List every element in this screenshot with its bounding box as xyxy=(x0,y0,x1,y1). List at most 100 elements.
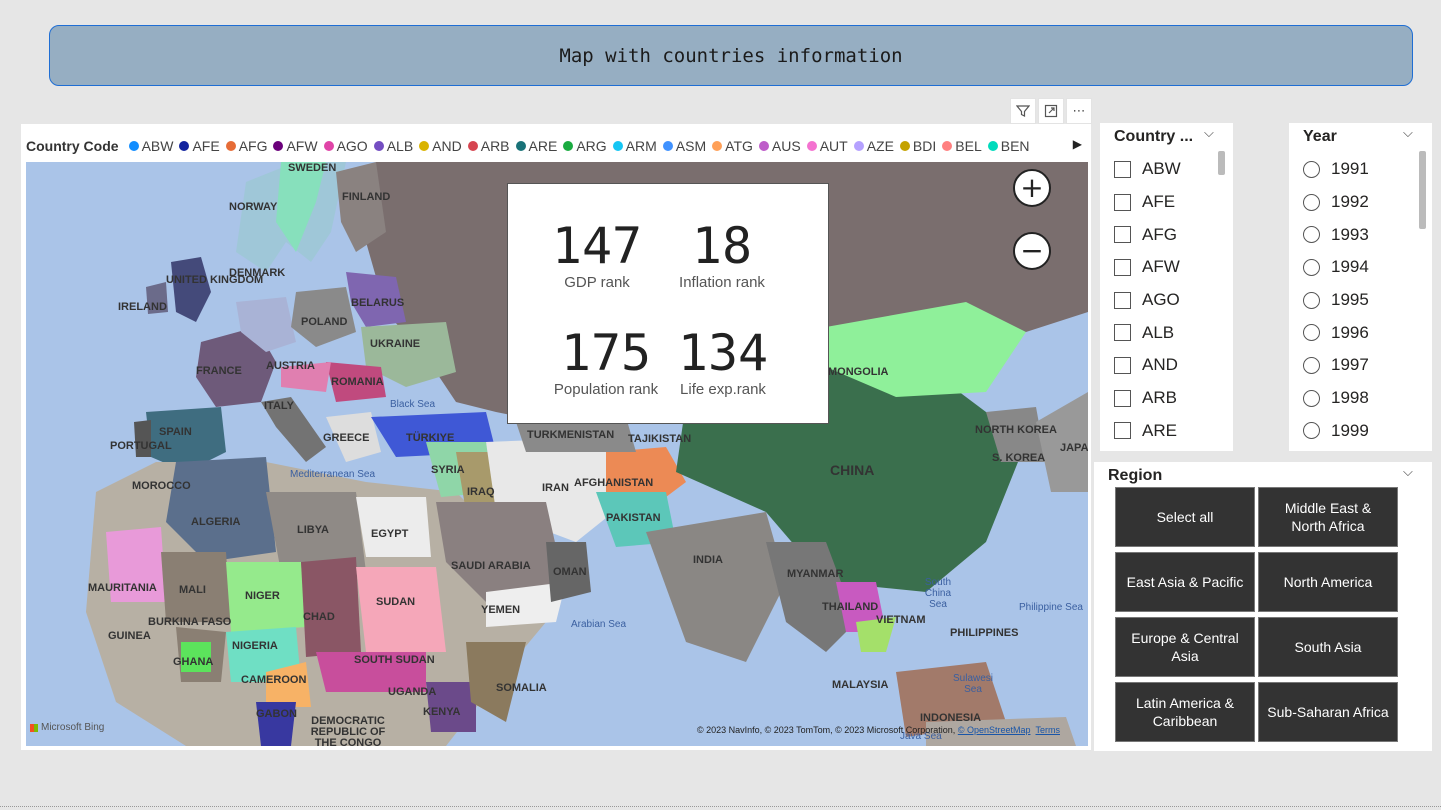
checkbox[interactable] xyxy=(1114,226,1131,244)
checkbox[interactable] xyxy=(1114,291,1131,309)
radio-button[interactable] xyxy=(1303,226,1320,244)
legend-item[interactable]: AFG xyxy=(225,138,267,154)
year-option[interactable]: 1996 xyxy=(1303,316,1369,349)
year-option[interactable]: 1999 xyxy=(1303,415,1369,448)
map-country-label: FINLAND xyxy=(342,191,391,203)
region-button[interactable]: North America xyxy=(1258,552,1398,612)
region-button[interactable]: Latin America & Caribbean xyxy=(1115,682,1255,742)
legend-dot-icon xyxy=(373,141,384,151)
region-button[interactable]: Sub-Saharan Africa xyxy=(1258,682,1398,742)
year-option[interactable]: 1997 xyxy=(1303,349,1369,382)
legend-item[interactable]: BEN xyxy=(987,138,1030,154)
country-scrollbar[interactable] xyxy=(1218,151,1225,175)
map-country-label: IRAN xyxy=(542,482,569,494)
radio-button[interactable] xyxy=(1303,291,1320,309)
checkbox[interactable] xyxy=(1114,389,1131,407)
year-scrollbar[interactable] xyxy=(1419,151,1426,229)
bing-logo: Microsoft Bing xyxy=(30,722,104,733)
osm-link[interactable]: © OpenStreetMap xyxy=(958,725,1031,735)
legend-item[interactable]: ATG xyxy=(712,138,753,154)
focus-mode-icon[interactable] xyxy=(1038,98,1064,124)
kpi-gdp-rank: 147 GDP rank xyxy=(532,218,662,291)
legend-item[interactable]: ARG xyxy=(563,138,607,154)
country-option[interactable]: AFE xyxy=(1114,186,1181,219)
legend-item[interactable]: AFW xyxy=(273,138,318,154)
checkbox[interactable] xyxy=(1114,193,1131,211)
legend-item-label: AZE xyxy=(866,138,894,154)
country-option[interactable]: AND xyxy=(1114,349,1181,382)
map-country-label: JAPAN xyxy=(1060,442,1088,454)
legend-item[interactable]: AUT xyxy=(806,138,848,154)
radio-button[interactable] xyxy=(1303,193,1320,211)
region-button[interactable]: South Asia xyxy=(1258,617,1398,677)
country-option[interactable]: ALB xyxy=(1114,316,1181,349)
checkbox[interactable] xyxy=(1114,160,1131,178)
zoom-out-button[interactable]: − xyxy=(1013,232,1051,270)
legend-item-label: AUS xyxy=(771,138,801,154)
country-option[interactable]: ARB xyxy=(1114,382,1181,415)
legend-item-label: ARG xyxy=(576,138,607,154)
map-country-label: SOMALIA xyxy=(496,682,547,694)
year-option[interactable]: 1995 xyxy=(1303,284,1369,317)
kpi-value: 18 xyxy=(691,217,753,275)
country-option[interactable]: AFW xyxy=(1114,251,1181,284)
country-option[interactable]: ABW xyxy=(1114,153,1181,186)
filter-icon[interactable] xyxy=(1010,98,1036,124)
legend-item[interactable]: AFE xyxy=(179,138,220,154)
legend-item[interactable]: ARE xyxy=(515,138,557,154)
legend-item[interactable]: AUS xyxy=(758,138,801,154)
legend-item[interactable]: ARB xyxy=(467,138,510,154)
map-country-label: IRAQ xyxy=(467,486,495,498)
legend-item-label: AUT xyxy=(819,138,848,154)
map-sea-label: Philippine Sea xyxy=(1019,602,1083,613)
legend-item[interactable]: BEL xyxy=(942,138,982,154)
year-option[interactable]: 1993 xyxy=(1303,218,1369,251)
legend-item-label: AGO xyxy=(336,138,368,154)
legend-item[interactable]: ARM xyxy=(612,138,657,154)
legend-next-arrow-icon[interactable]: ▶ xyxy=(1073,137,1082,151)
map-country-label: TURKMENISTAN xyxy=(527,429,615,441)
page-title: Map with countries information xyxy=(559,44,903,67)
country-option[interactable]: ARE xyxy=(1114,415,1181,448)
map-canvas[interactable]: SWEDEN FINLAND NORWAY DENMARK UNITED KINGDOM… xyxy=(26,162,1088,746)
country-option[interactable]: AGO xyxy=(1114,284,1181,317)
checkbox[interactable] xyxy=(1114,258,1131,276)
legend-item[interactable]: ABW xyxy=(128,138,173,154)
legend-item[interactable]: AND xyxy=(419,138,462,154)
map-country-label: S. KOREA xyxy=(992,452,1046,464)
map-country-label: SYRIA xyxy=(431,464,465,476)
radio-button[interactable] xyxy=(1303,389,1320,407)
region-button[interactable]: Middle East & North Africa xyxy=(1258,487,1398,547)
radio-button[interactable] xyxy=(1303,422,1320,440)
legend-item[interactable]: ASM xyxy=(662,138,706,154)
year-option[interactable]: 1994 xyxy=(1303,251,1369,284)
radio-button[interactable] xyxy=(1303,324,1320,342)
zoom-in-button[interactable]: + xyxy=(1013,169,1051,207)
map-country-label: GHANA xyxy=(173,656,214,668)
year-option[interactable]: 1991 xyxy=(1303,153,1369,186)
year-option[interactable]: 1992 xyxy=(1303,186,1369,219)
region-button[interactable]: Europe & Central Asia xyxy=(1115,617,1255,677)
radio-button[interactable] xyxy=(1303,258,1320,276)
legend-item[interactable]: AZE xyxy=(853,138,894,154)
country-option[interactable]: AFG xyxy=(1114,218,1181,251)
radio-button[interactable] xyxy=(1303,356,1320,374)
radio-button[interactable] xyxy=(1303,160,1320,178)
checkbox[interactable] xyxy=(1114,422,1131,440)
kpi-label: Population rank xyxy=(553,381,659,398)
legend-item[interactable]: ALB xyxy=(373,138,413,154)
chevron-down-icon[interactable]: ⌵ xyxy=(1403,126,1413,141)
region-button[interactable]: Select all xyxy=(1115,487,1255,547)
year-option[interactable]: 1998 xyxy=(1303,382,1369,415)
checkbox[interactable] xyxy=(1114,324,1131,342)
legend-item[interactable]: AGO xyxy=(323,138,368,154)
chevron-down-icon[interactable]: ⌵ xyxy=(1204,126,1214,141)
legend-item[interactable]: BDI xyxy=(899,138,936,154)
chevron-down-icon[interactable]: ⌵ xyxy=(1403,465,1413,480)
country-option-label: AFW xyxy=(1142,257,1180,277)
map-country-label: KENYA xyxy=(423,706,461,718)
region-button[interactable]: East Asia & Pacific xyxy=(1115,552,1255,612)
more-options-icon[interactable]: ⋯ xyxy=(1066,98,1092,124)
terms-link[interactable]: Terms xyxy=(1036,725,1061,735)
checkbox[interactable] xyxy=(1114,356,1131,374)
